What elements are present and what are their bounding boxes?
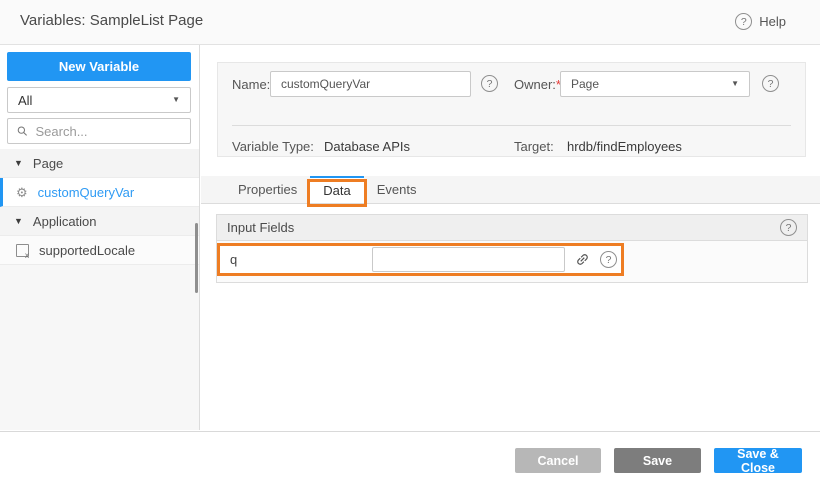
input-fields-body: q ? [217, 241, 807, 282]
owner-help-icon[interactable]: ? [762, 75, 779, 92]
detail-tabs: Properties Data Events [201, 176, 820, 204]
search-input[interactable] [34, 123, 182, 140]
help-label: Help [759, 14, 786, 29]
bind-field-button[interactable] [573, 251, 591, 269]
owner-select[interactable]: Page ▼ [560, 71, 750, 97]
search-icon [17, 125, 28, 137]
name-label: Name:* [232, 77, 275, 92]
field-name-label: q [230, 252, 372, 267]
variables-tree: ▼ Page ⚙ customQueryVar ▼ Application x … [0, 149, 199, 265]
name-field[interactable] [270, 71, 471, 97]
tree-item-customqueryvar[interactable]: ⚙ customQueryVar [0, 178, 199, 207]
help-button[interactable]: ? Help [735, 13, 786, 30]
save-close-button[interactable]: Save & Close [714, 448, 802, 473]
input-fields-panel: Input Fields ? q ? [216, 214, 808, 283]
variable-type-label: Variable Type: [232, 139, 314, 154]
service-variable-icon: ⚙ [16, 186, 28, 199]
help-icon: ? [735, 13, 752, 30]
variable-summary-card: Name:* ? Owner:* Page ▼ ? Variable Type:… [217, 62, 806, 157]
tree-group-page[interactable]: ▼ Page [0, 149, 199, 178]
dialog-header: Variables: SampleList Page ? Help [0, 0, 820, 45]
input-field-row-q: q ? [217, 243, 624, 276]
variable-type-value: Database APIs [324, 139, 410, 154]
save-button[interactable]: Save [614, 448, 701, 473]
owner-value: Page [571, 77, 599, 91]
tab-data[interactable]: Data [310, 176, 363, 203]
chevron-down-icon: ▼ [172, 96, 180, 104]
chevron-down-icon: ▼ [731, 80, 739, 88]
tree-group-label: Page [33, 156, 63, 171]
input-fields-help-icon[interactable]: ? [780, 219, 797, 236]
card-divider [232, 125, 791, 126]
tree-group-label: Application [33, 214, 97, 229]
page-title: Variables: SampleList Page [20, 12, 203, 29]
variable-detail-pane: Name:* ? Owner:* Page ▼ ? Variable Type:… [201, 45, 820, 430]
tree-item-label: supportedLocale [39, 243, 135, 258]
name-help-icon[interactable]: ? [481, 75, 498, 92]
target-label: Target: [514, 139, 554, 154]
target-value: hrdb/findEmployees [567, 139, 682, 154]
model-variable-icon: x [16, 244, 29, 257]
input-fields-title: Input Fields [227, 220, 294, 235]
new-variable-button[interactable]: New Variable [7, 52, 191, 81]
chevron-down-icon: ▼ [14, 159, 23, 168]
owner-label: Owner:* [514, 77, 561, 92]
tab-events[interactable]: Events [364, 176, 430, 203]
field-help-icon[interactable]: ? [600, 251, 617, 268]
variables-dialog: Variables: SampleList Page ? Help New Va… [0, 0, 820, 489]
tree-item-label: customQueryVar [38, 185, 135, 200]
tab-properties[interactable]: Properties [225, 176, 310, 203]
sidebar-scrollbar-thumb[interactable] [195, 223, 198, 293]
field-value-input[interactable] [372, 247, 565, 272]
chevron-down-icon: ▼ [14, 217, 23, 226]
variables-sidebar: New Variable All ▼ ▼ Page ⚙ customQueryV… [0, 45, 200, 430]
input-fields-header: Input Fields ? [217, 215, 807, 241]
link-icon [571, 249, 592, 270]
dialog-footer: Cancel Save Save & Close [0, 431, 820, 489]
sidebar-empty-area [0, 265, 199, 430]
cancel-button[interactable]: Cancel [515, 448, 601, 473]
tree-group-application[interactable]: ▼ Application [0, 207, 199, 236]
variable-filter-select[interactable]: All ▼ [7, 87, 191, 113]
tree-item-supportedlocale[interactable]: x supportedLocale [0, 236, 199, 265]
variable-filter-value: All [18, 93, 32, 108]
search-box [7, 118, 191, 144]
